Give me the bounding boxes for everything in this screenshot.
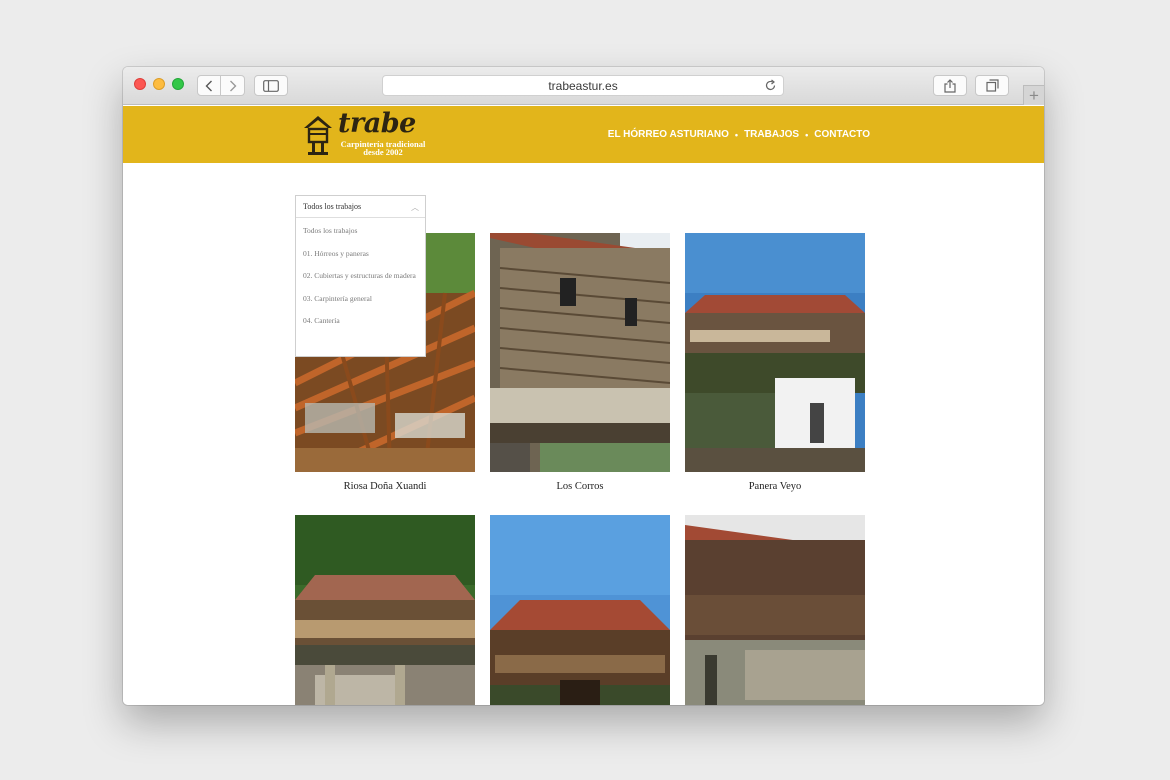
minimize-window-button[interactable] [153,78,165,90]
work-title[interactable]: Riosa Doña Xuandi [295,481,475,492]
filter-option-carpinteria[interactable]: 03. Carpintería general [303,292,418,307]
work-card[interactable]: Panera Veyo [685,233,865,492]
work-card[interactable] [490,515,670,705]
work-photo[interactable] [295,515,475,705]
work-title[interactable]: Panera Veyo [685,481,865,492]
filter-option-all[interactable]: Todos los trabajos [303,224,418,239]
share-icon [944,78,956,93]
url-text: trabeastur.es [548,78,618,93]
tabs-icon [985,79,999,92]
back-icon [205,80,212,91]
main-nav: EL HÓRREO ASTURIANO • TRABAJOS • CONTACT… [608,129,870,140]
close-window-button[interactable] [134,78,146,90]
filter-options: Todos los trabajos 01. Hórreos y paneras… [296,218,425,329]
filter-selected[interactable]: Todos los trabajos ︿ [296,196,425,218]
new-tab-button[interactable]: + [1023,85,1044,105]
work-photo[interactable] [685,515,865,705]
work-card[interactable]: Los Corros [490,233,670,492]
horreo-logo-icon [304,116,332,155]
back-button[interactable] [197,75,221,96]
logo-wordmark: trabe [338,108,416,139]
forward-icon [229,80,236,91]
site-logo[interactable]: trabe Carpintería tradicional desde 2002 [302,108,432,157]
work-card[interactable] [295,515,475,705]
filter-option-canteria[interactable]: 04. Cantería [303,314,418,329]
nav-separator: • [734,129,739,140]
browser-toolbar: trabeastur.es + [123,67,1044,105]
tab-overview-button[interactable] [975,75,1009,96]
works-content: Todos los trabajos ︿ Todos los trabajos … [123,163,1044,705]
nav-link-horreo[interactable]: EL HÓRREO ASTURIANO [608,129,729,140]
chevron-up-icon: ︿ [411,203,419,212]
work-card[interactable] [685,515,865,705]
nav-link-trabajos[interactable]: TRABAJOS [744,129,799,140]
work-photo[interactable] [490,515,670,705]
share-button[interactable] [933,75,967,96]
logo-tagline: Carpintería tradicional desde 2002 [340,139,426,157]
work-title[interactable]: Los Corros [490,481,670,492]
browser-window: trabeastur.es + trabe Carpintería tradic… [123,67,1044,705]
zoom-window-button[interactable] [172,78,184,90]
filter-option-cubiertas[interactable]: 02. Cubiertas y estructuras de madera [303,269,418,284]
reload-icon[interactable] [764,79,777,92]
sidebar-icon [263,79,279,92]
work-photo[interactable] [685,233,865,472]
nav-separator: • [805,129,809,140]
sidebar-toggle-button[interactable] [254,75,288,96]
plus-icon: + [1029,85,1039,105]
site-header: trabe Carpintería tradicional desde 2002… [123,106,1044,163]
category-filter-dropdown[interactable]: Todos los trabajos ︿ Todos los trabajos … [295,195,426,357]
forward-button[interactable] [221,75,245,96]
nav-link-contacto[interactable]: CONTACTO [814,129,870,140]
work-photo[interactable] [490,233,670,472]
address-bar[interactable]: trabeastur.es [382,75,784,96]
filter-option-horreos[interactable]: 01. Hórreos y paneras [303,247,418,262]
